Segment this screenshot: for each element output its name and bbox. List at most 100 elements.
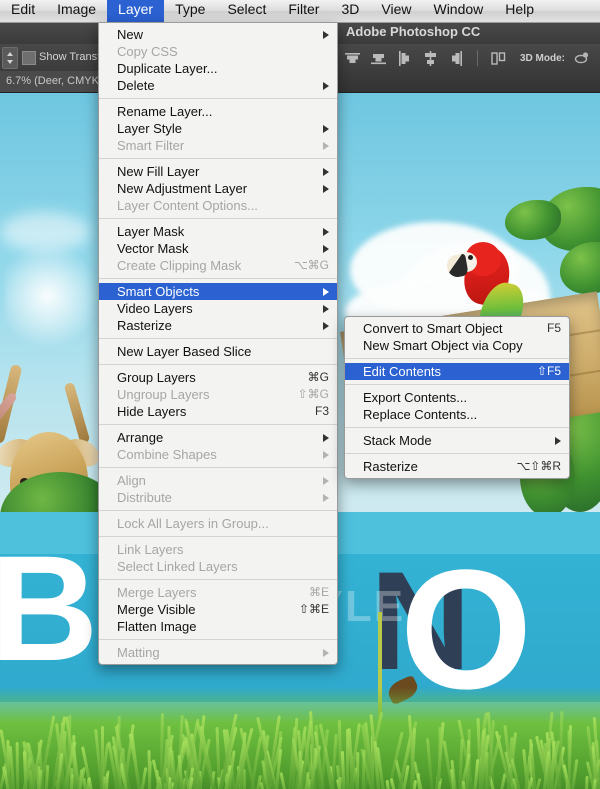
submenu-arrow-icon <box>323 288 329 296</box>
menu-item-layer-mask[interactable]: Layer Mask <box>99 223 337 240</box>
document-tab[interactable]: 6.7% (Deer, CMYK/8 <box>0 71 114 92</box>
menu-item-new-adjustment-layer[interactable]: New Adjustment Layer <box>99 180 337 197</box>
menu-item-label: Align <box>117 472 313 489</box>
menubar-item-3d[interactable]: 3D <box>330 0 370 24</box>
submenu-arrow-icon <box>323 451 329 459</box>
smart-objects-submenu[interactable]: Convert to Smart Object F5 New Smart Objec… <box>344 316 570 479</box>
submenu-arrow-icon <box>323 649 329 657</box>
menu-separator <box>345 427 569 428</box>
3d-orbit-icon[interactable] <box>574 50 591 67</box>
submenu-arrow-icon <box>323 322 329 330</box>
submenu-arrow-icon <box>323 477 329 485</box>
menu-item-copy-css: Copy CSS <box>99 43 337 60</box>
menu-item-link-layers: Link Layers <box>99 541 337 558</box>
menu-separator <box>345 358 569 359</box>
grass-field <box>0 687 600 789</box>
stepper-control[interactable] <box>2 47 18 69</box>
menubar-item-type[interactable]: Type <box>164 0 216 24</box>
show-transform-label: Show Transfo <box>39 51 106 63</box>
align-horizontal-centers-icon[interactable] <box>422 50 439 67</box>
menu-item-replace-contents[interactable]: Replace Contents... <box>345 406 569 423</box>
menu-separator <box>99 467 337 468</box>
align-left-edges-icon[interactable] <box>396 50 413 67</box>
menu-item-label: Group Layers <box>117 369 294 386</box>
menu-item-smart-objects[interactable]: Smart Objects <box>99 283 337 300</box>
menu-item-edit-contents[interactable]: Edit Contents ⇧F5 <box>345 363 569 380</box>
menubar-item-filter[interactable]: Filter <box>277 0 330 24</box>
menu-item-shortcut: ⌥⇧⌘R <box>516 458 561 475</box>
menu-item-label: Layer Mask <box>117 223 313 240</box>
menu-item-video-layers[interactable]: Video Layers <box>99 300 337 317</box>
photoshop-window: JULY B N O LIFESTYLE Adobe <box>0 0 600 789</box>
menu-item-label: Merge Layers <box>117 584 295 601</box>
menubar-item-select[interactable]: Select <box>216 0 277 24</box>
menubar-item-view[interactable]: View <box>370 0 422 24</box>
menu-separator <box>99 158 337 159</box>
menubar-item-help[interactable]: Help <box>494 0 545 24</box>
menu-item-select-linked-layers: Select Linked Layers <box>99 558 337 575</box>
menu-item-hide-layers[interactable]: Hide Layers F3 <box>99 403 337 420</box>
menu-item-label: Flatten Image <box>117 618 329 635</box>
align-bottom-edges-icon[interactable] <box>370 50 387 67</box>
menu-item-rename-layer[interactable]: Rename Layer... <box>99 103 337 120</box>
menu-item-new[interactable]: New <box>99 26 337 43</box>
submenu-arrow-icon <box>323 494 329 502</box>
menu-item-new-layer-based-slice[interactable]: New Layer Based Slice <box>99 343 337 360</box>
menu-item-stack-mode[interactable]: Stack Mode <box>345 432 569 449</box>
menu-separator <box>99 639 337 640</box>
align-top-edges-icon[interactable] <box>344 50 361 67</box>
menu-item-delete[interactable]: Delete <box>99 77 337 94</box>
menu-item-merge-visible[interactable]: Merge Visible ⇧⌘E <box>99 601 337 618</box>
menu-item-label: New Layer Based Slice <box>117 343 329 360</box>
menu-item-new-fill-layer[interactable]: New Fill Layer <box>99 163 337 180</box>
menu-item-arrange[interactable]: Arrange <box>99 429 337 446</box>
menu-item-convert-to-smart-object[interactable]: Convert to Smart Object F5 <box>345 320 569 337</box>
menu-item-flatten-image[interactable]: Flatten Image <box>99 618 337 635</box>
menu-separator <box>345 453 569 454</box>
submenu-arrow-icon <box>323 305 329 313</box>
menu-separator <box>99 364 337 365</box>
menu-item-shortcut: ⌘G <box>308 369 329 386</box>
menu-item-layer-style[interactable]: Layer Style <box>99 120 337 137</box>
menu-item-new-smart-object-via-copy[interactable]: New Smart Object via Copy <box>345 337 569 354</box>
menu-item-label: Replace Contents... <box>363 406 561 423</box>
menu-item-label: Layer Content Options... <box>117 197 329 214</box>
submenu-arrow-icon <box>323 31 329 39</box>
menu-item-label: Convert to Smart Object <box>363 320 533 337</box>
menubar-item-layer[interactable]: Layer <box>107 0 164 24</box>
menu-separator <box>99 424 337 425</box>
align-right-edges-icon[interactable] <box>448 50 465 67</box>
menu-separator <box>99 278 337 279</box>
menubar-item-window[interactable]: Window <box>422 0 494 24</box>
menu-item-ungroup-layers: Ungroup Layers ⇧⌘G <box>99 386 337 403</box>
menu-item-merge-layers: Merge Layers ⌘E <box>99 584 337 601</box>
menu-item-label: New Fill Layer <box>117 163 313 180</box>
menu-item-group-layers[interactable]: Group Layers ⌘G <box>99 369 337 386</box>
menu-item-rasterize[interactable]: Rasterize <box>99 317 337 334</box>
menu-item-rasterize[interactable]: Rasterize ⌥⇧⌘R <box>345 458 569 475</box>
layer-dropdown-menu[interactable]: New Copy CSS Duplicate Layer... Delete Renam… <box>98 22 338 665</box>
menu-separator <box>99 338 337 339</box>
menu-item-duplicate-layer[interactable]: Duplicate Layer... <box>99 60 337 77</box>
menu-item-create-clipping-mask: Create Clipping Mask ⌥⌘G <box>99 257 337 274</box>
grass-blade <box>16 742 20 789</box>
submenu-arrow-icon <box>323 434 329 442</box>
menubar-item-image[interactable]: Image <box>46 0 107 24</box>
show-transform-checkbox[interactable] <box>22 51 36 65</box>
menu-bar[interactable]: Edit Image Layer Type Select Filter 3D View Wind… <box>0 0 600 23</box>
submenu-arrow-icon <box>323 168 329 176</box>
canvas-big-letter: B <box>0 522 98 695</box>
menu-separator <box>99 98 337 99</box>
distribute-icon[interactable] <box>490 50 507 67</box>
menu-item-label: Arrange <box>117 429 313 446</box>
menu-item-vector-mask[interactable]: Vector Mask <box>99 240 337 257</box>
menu-item-label: Copy CSS <box>117 43 329 60</box>
menu-separator <box>99 218 337 219</box>
menubar-item-edit[interactable]: Edit <box>0 0 46 24</box>
menu-item-label: Delete <box>117 77 313 94</box>
align-toolbar[interactable]: 3D Mode: <box>344 48 600 68</box>
grass-blade <box>585 776 589 789</box>
menu-item-layer-content-options: Layer Content Options... <box>99 197 337 214</box>
menu-item-export-contents[interactable]: Export Contents... <box>345 389 569 406</box>
submenu-arrow-icon <box>323 142 329 150</box>
